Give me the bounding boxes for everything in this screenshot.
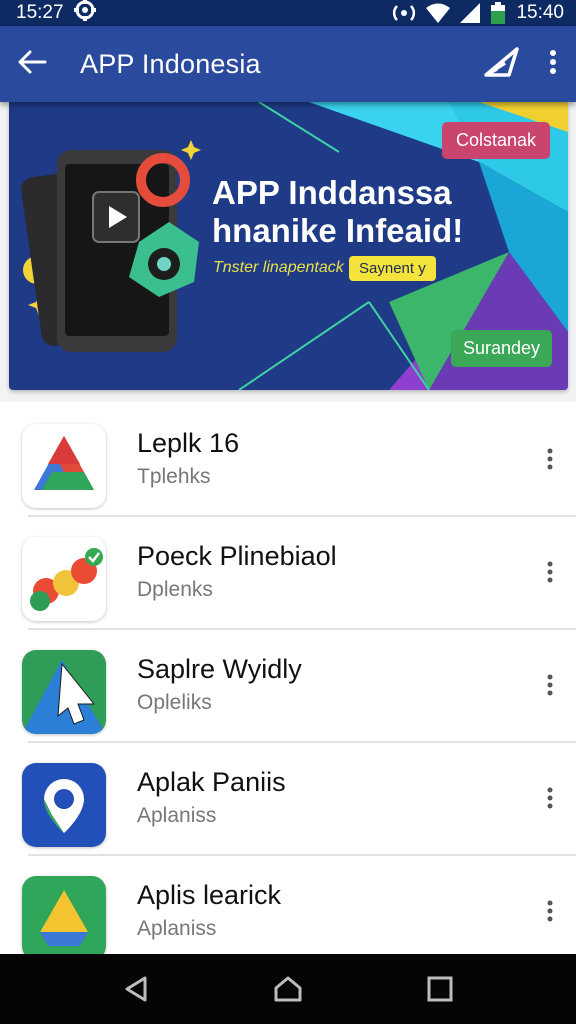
list-item[interactable]: Poeck Plinebiaol Dplenks bbox=[0, 517, 576, 630]
app-subtitle: Aplaniss bbox=[137, 804, 217, 827]
app-subtitle: Aplaniss bbox=[137, 917, 217, 940]
banner-headline-line2: hnanike Infeaid! bbox=[212, 212, 464, 249]
back-arrow-icon bbox=[17, 50, 47, 79]
overflow-menu-icon bbox=[549, 49, 557, 80]
location-pin-icon bbox=[22, 763, 106, 847]
banner-area: Colstanak APP Inddanssa hnanike Infeaid!… bbox=[0, 102, 576, 402]
app-name: Saplre Wyidly bbox=[137, 654, 302, 684]
list-item[interactable]: Aplak Paniis Aplaniss bbox=[0, 743, 576, 856]
banner-headline-line1: APP Inddanssa bbox=[212, 174, 452, 211]
nav-recents-button[interactable] bbox=[410, 959, 470, 1019]
cursor-arrow-icon bbox=[22, 650, 106, 734]
overflow-menu-icon bbox=[547, 674, 553, 696]
list-item[interactable]: Saplre Wyidly Opleliks bbox=[0, 630, 576, 743]
app-title: APP Indonesia bbox=[80, 48, 261, 79]
status-time-left: 15:27 bbox=[16, 2, 64, 23]
colorful-logo-icon bbox=[22, 537, 106, 621]
overflow-menu-icon bbox=[547, 448, 553, 470]
settings-notification-icon bbox=[73, 0, 96, 27]
back-button[interactable] bbox=[0, 26, 64, 102]
overflow-menu-icon bbox=[547, 561, 553, 583]
list-item[interactable]: Leplk 16 Tplehks bbox=[0, 404, 576, 517]
nav-home-button[interactable] bbox=[258, 959, 318, 1019]
navigation-bar bbox=[0, 954, 576, 1024]
app-name: Poeck Plinebiaol bbox=[137, 541, 337, 571]
signal-icon bbox=[460, 3, 481, 23]
nav-back-button[interactable] bbox=[106, 959, 166, 1019]
home-nav-icon bbox=[274, 976, 302, 1002]
promo-pill-top[interactable]: Colstanak bbox=[442, 122, 551, 159]
back-nav-icon bbox=[125, 976, 147, 1002]
share-icon bbox=[483, 45, 521, 84]
share-button[interactable] bbox=[474, 26, 530, 102]
app-bar: APP Indonesia bbox=[0, 26, 576, 102]
status-time-right: 15:40 bbox=[516, 2, 564, 23]
app-name: Aplis learick bbox=[137, 880, 282, 910]
promo-banner[interactable]: Colstanak APP Inddanssa hnanike Infeaid!… bbox=[9, 102, 568, 390]
banner-headline: APP Inddanssa hnanike Infeaid! bbox=[212, 174, 463, 250]
promo-pill-bottom[interactable]: Surandey bbox=[451, 330, 553, 367]
drive-triangle-icon bbox=[22, 424, 106, 508]
status-left: 15:27 bbox=[16, 0, 96, 27]
app-subtitle: Tplehks bbox=[137, 465, 211, 488]
app-list: Leplk 16 Tplehks Poeck Plinebiaol Dplenk… bbox=[0, 404, 576, 954]
app-subtitle: Dplenks bbox=[137, 578, 213, 601]
list-item[interactable]: Aplis learick Aplaniss bbox=[0, 856, 576, 954]
overflow-menu-button[interactable] bbox=[530, 26, 576, 102]
banner-badge[interactable]: Saynent y bbox=[349, 256, 436, 281]
app-subtitle: Opleliks bbox=[137, 691, 212, 714]
status-right: 15:40 bbox=[392, 2, 564, 24]
item-overflow-button[interactable] bbox=[538, 660, 562, 710]
recents-nav-icon bbox=[427, 976, 453, 1002]
banner-tagline: Tnster linapentack bbox=[213, 259, 344, 276]
overflow-menu-icon bbox=[547, 900, 553, 922]
item-overflow-button[interactable] bbox=[538, 434, 562, 484]
item-overflow-button[interactable] bbox=[538, 773, 562, 823]
drive-triangle-icon bbox=[22, 876, 106, 954]
item-overflow-button[interactable] bbox=[538, 886, 562, 936]
app-name: Leplk 16 bbox=[137, 428, 240, 458]
battery-icon bbox=[490, 2, 506, 24]
status-bar: 15:27 15:40 bbox=[0, 0, 576, 26]
hotspot-icon bbox=[392, 3, 416, 23]
item-overflow-button[interactable] bbox=[538, 547, 562, 597]
app-name: Aplak Paniis bbox=[137, 767, 286, 797]
wifi-icon bbox=[426, 3, 451, 23]
overflow-menu-icon bbox=[547, 787, 553, 809]
